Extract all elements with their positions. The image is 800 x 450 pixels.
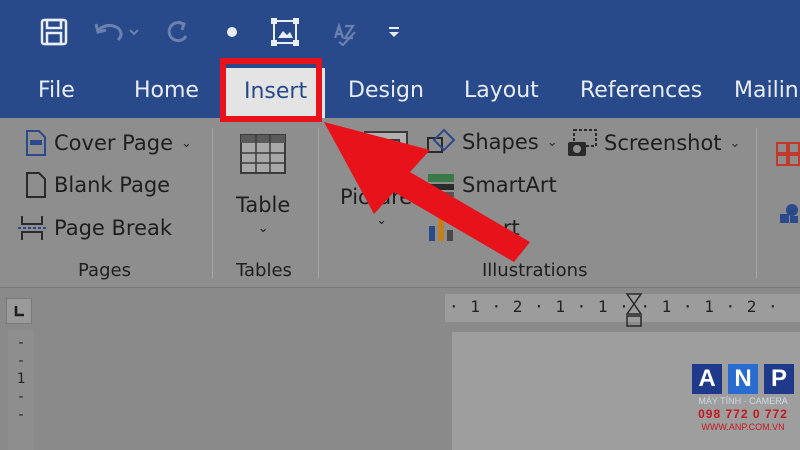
- watermark-letter-p: P: [764, 364, 794, 394]
- watermark-url: WWW.ANP.COM.VN: [701, 422, 785, 432]
- watermark-letter-n: N: [728, 364, 758, 394]
- watermark-letter-a: A: [692, 364, 722, 394]
- watermark-phone: 098 772 0 772: [698, 407, 788, 421]
- watermark-logo: A N P MÁY TÍNH · CAMERA 098 772 0 772 WW…: [690, 364, 796, 446]
- watermark-tagline: MÁY TÍNH · CAMERA: [698, 396, 788, 406]
- annotation-arrow-icon: [324, 122, 530, 262]
